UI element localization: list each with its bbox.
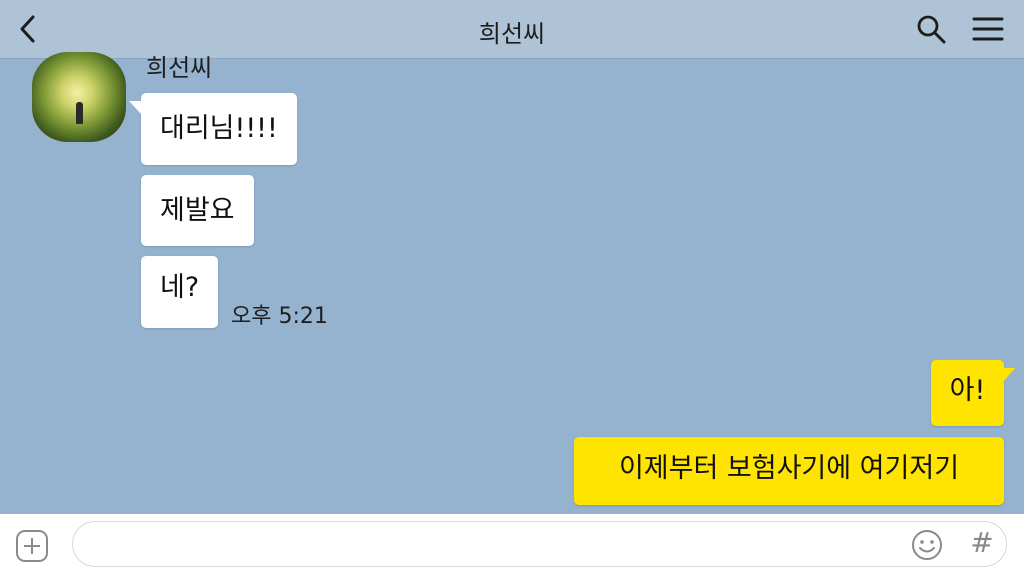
- chat-title: 희선씨: [478, 20, 546, 48]
- message-text: 네?: [160, 272, 200, 303]
- sender-name: 희선씨: [146, 54, 213, 78]
- outgoing-message[interactable]: 이제부터 보험사기에 여기저기: [574, 437, 1004, 505]
- bubble-tail: [129, 101, 142, 115]
- message-text: 대리님!!!!: [160, 113, 278, 144]
- hashtag-button[interactable]: #: [966, 526, 998, 560]
- emoji-smile-icon[interactable]: [910, 528, 944, 562]
- avatar[interactable]: [32, 52, 126, 142]
- incoming-message[interactable]: 네?: [141, 256, 219, 328]
- message-input-bar: #: [0, 514, 1024, 574]
- bubble-tail: [1003, 368, 1015, 382]
- message-text: 아!: [949, 375, 986, 406]
- message-input[interactable]: [72, 521, 1007, 567]
- message-timestamp: 오후 5:21: [231, 304, 328, 329]
- message-text: 이제부터 보험사기에 여기저기: [618, 453, 960, 484]
- plus-square-icon[interactable]: [14, 528, 50, 564]
- incoming-message[interactable]: 대리님!!!!: [129, 93, 297, 165]
- message-text: 제발요: [160, 195, 235, 226]
- avatar-figure: [76, 102, 83, 124]
- outgoing-message[interactable]: 아!: [931, 360, 1015, 426]
- incoming-message[interactable]: 제발요: [141, 175, 254, 246]
- search-icon[interactable]: [914, 12, 948, 46]
- hamburger-menu-icon[interactable]: [968, 12, 1008, 46]
